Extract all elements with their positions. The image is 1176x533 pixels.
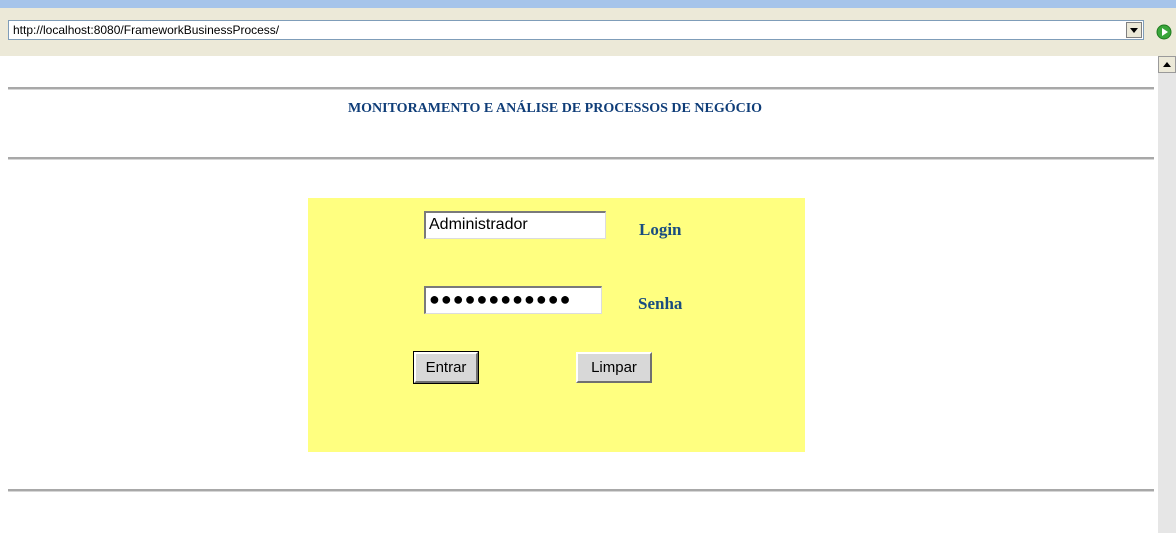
window-frame-edge [0,0,1176,8]
password-input[interactable]: ●●●●●●●●●●●● [424,286,602,314]
divider-top [8,87,1154,90]
page-title: MONITORAMENTO E ANÁLISE DE PROCESSOS DE … [347,101,763,116]
page-scrollbar[interactable] [1158,56,1176,533]
scroll-up-arrow-icon [1163,62,1171,67]
login-label: Login [639,220,682,239]
browser-toolbar: http://localhost:8080/FrameworkBusinessP… [0,0,1176,56]
divider-middle [8,157,1154,160]
scroll-up-button[interactable] [1158,56,1176,73]
login-panel: Administrador Login ●●●●●●●●●●●● Senha E… [308,198,805,452]
clear-button[interactable]: Limpar [576,352,652,383]
address-bar[interactable]: http://localhost:8080/FrameworkBusinessP… [8,20,1144,40]
divider-bottom [8,489,1154,492]
go-arrow-icon[interactable] [1156,24,1172,40]
password-label: Senha [638,294,683,313]
login-input[interactable]: Administrador [424,211,606,239]
address-url[interactable]: http://localhost:8080/FrameworkBusinessP… [13,23,279,37]
address-dropdown-button[interactable] [1126,22,1142,38]
chevron-down-icon [1130,27,1138,33]
submit-button[interactable]: Entrar [413,351,479,384]
